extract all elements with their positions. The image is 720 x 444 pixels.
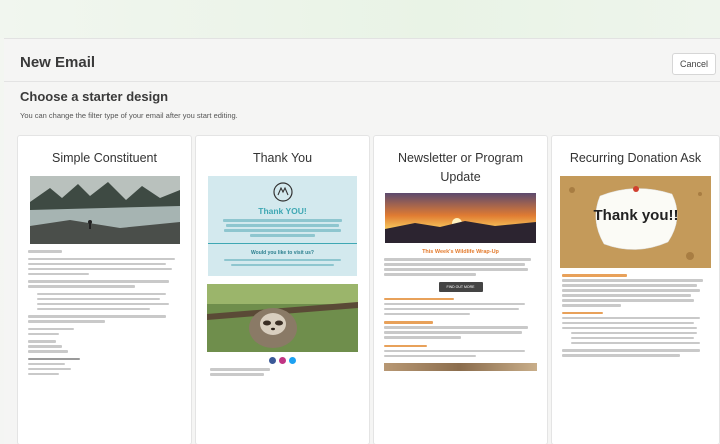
template-card-recurring-donation[interactable]: Recurring Donation Ask Thank you!! <box>551 135 720 444</box>
dialog-title: New Email <box>20 54 96 71</box>
instagram-icon[interactable] <box>279 357 286 364</box>
template-card-simple-constituent[interactable]: Simple Constituent <box>17 135 192 444</box>
footer-photo <box>384 363 537 371</box>
donation-ask-text <box>552 274 719 357</box>
body-text-lines <box>18 250 191 375</box>
template-title: Newsletter or Program Update <box>397 151 524 184</box>
banner-heading: Thank YOU! <box>258 206 307 216</box>
find-out-more-button[interactable]: FIND OUT MORE <box>438 281 483 292</box>
cancel-button[interactable]: Cancel <box>672 53 716 75</box>
social-icons[interactable] <box>196 357 369 364</box>
template-title: Thank You <box>252 151 313 165</box>
footer-lines <box>196 368 369 376</box>
template-card-thank-you[interactable]: Thank You Thank YOU! Would you like to v… <box>195 135 370 444</box>
template-title: Recurring Donation Ask <box>569 151 702 165</box>
banner-subheading: Would you like to visit us? <box>251 250 314 256</box>
hands-icon <box>272 182 293 202</box>
section-title: Choose a starter design <box>20 89 169 104</box>
sunset-photo <box>385 193 536 243</box>
facebook-icon[interactable] <box>269 357 276 364</box>
sloth-photo <box>207 284 358 352</box>
thank-you-note-photo: Thank you!! <box>560 176 711 268</box>
thank-you-banner: Thank YOU! Would you like to visit us? <box>208 176 357 276</box>
template-card-newsletter[interactable]: Newsletter or Program Update This Week's… <box>373 135 548 444</box>
twitter-icon[interactable] <box>289 357 296 364</box>
header-divider <box>4 81 720 82</box>
section-heading: This Week's Wildlife Wrap-Up <box>422 249 499 255</box>
template-list: Simple Constituent Thank You Thank YOU! … <box>17 135 720 444</box>
thank-you-note-text: Thank you!! <box>594 207 679 224</box>
template-title: Simple Constituent <box>52 151 157 165</box>
section-subtitle: You can change the filter type of your e… <box>20 111 238 120</box>
newsletter-articles <box>374 297 547 357</box>
new-email-dialog: New Email Cancel Choose a starter design… <box>4 38 720 444</box>
river-photo <box>29 176 180 244</box>
app-top-bar <box>0 0 720 38</box>
